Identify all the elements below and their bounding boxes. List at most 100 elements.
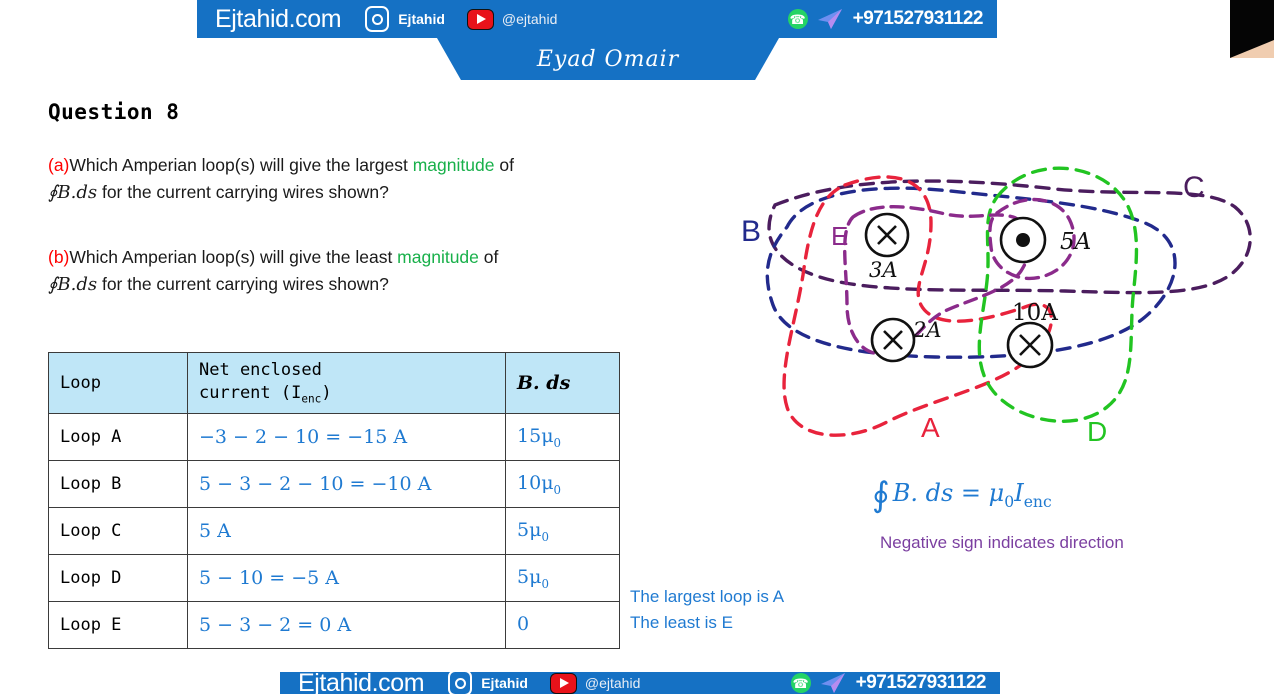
- column-header-current-line1: Net enclosed: [199, 360, 322, 380]
- loop-label-D: D: [1087, 416, 1107, 447]
- bds-subscript: 0: [553, 482, 562, 497]
- bds-number: 10: [517, 471, 542, 494]
- cell-bds-value: 5μ0: [505, 507, 620, 556]
- part-b-text-1: Which Amperian loop(s) will give the lea…: [69, 247, 398, 267]
- bottom-youtube-handle-label: @ejtahid: [584, 675, 641, 691]
- table-header-row: Loop Net enclosed current (Ienc) B. ds: [48, 351, 620, 415]
- part-a-label: (a): [48, 155, 70, 175]
- youtube-icon[interactable]: [466, 8, 494, 30]
- bds-mu: μ: [529, 565, 542, 588]
- part-a-integral: ∮B.ds: [48, 182, 98, 204]
- question-part-a-line1: (a)Which Amperian loop(s) will give the …: [48, 152, 514, 179]
- cell-loop-name: Loop C: [48, 507, 188, 556]
- bds-number: 15: [517, 424, 542, 447]
- bottom-banner: Ejtahid.com Ejtahid @ejtahid ☎ +97152793…: [280, 672, 1000, 694]
- question-part-a: (a)Which Amperian loop(s) will give the …: [48, 152, 514, 207]
- column-header-current-line2: current (Ienc): [199, 382, 494, 407]
- table-row: Loop D5 − 10 = −5 A 5μ0: [48, 554, 620, 603]
- part-a-line2-rest: for the current carrying wires shown?: [97, 182, 389, 203]
- youtube-handle-label: @ejtahid: [501, 11, 558, 27]
- question-part-b-line2: ∮B.ds for the current carrying wires sho…: [48, 271, 498, 299]
- cell-bds-value: 0: [505, 601, 620, 650]
- cell-net-current: 5 − 3 − 2 = 0 A: [187, 601, 506, 650]
- wire-5A: 5A: [999, 216, 1091, 264]
- loop-label-E: E: [831, 221, 848, 251]
- table-row: Loop A −3 − 2 − 10 = −15 A 15μ0: [48, 413, 620, 462]
- column-header-loop: Loop: [48, 351, 188, 415]
- bottom-play-triangle-icon: [560, 678, 570, 688]
- page-title: Question 8: [48, 100, 180, 124]
- bds-number: 0: [517, 612, 530, 635]
- bottom-phone-number-label: +971527931122: [855, 672, 987, 693]
- amperes-law-formula: ∮ B. ds = μ0Ienc: [872, 470, 1052, 515]
- table-row: Loop C5 A 5μ0: [48, 507, 620, 556]
- wire-10A: 10A: [1006, 300, 1058, 369]
- brand-site-label: Ejtahid.com: [215, 4, 342, 33]
- bds-number: 5: [517, 565, 530, 588]
- bds-mu: μ: [541, 424, 554, 447]
- cell-loop-name: Loop A: [48, 413, 188, 462]
- whatsapp-icon[interactable]: ☎: [787, 9, 808, 29]
- cell-net-current: 5 − 10 = −5 A: [187, 554, 506, 603]
- table-row: Loop E5 − 3 − 2 = 0 A 0: [48, 601, 620, 650]
- answer-largest: The largest loop is A: [630, 587, 785, 606]
- formula-i: I: [1014, 479, 1024, 507]
- wire-3A: 3A: [864, 212, 910, 282]
- presenter-banner: Eyad Omair: [437, 38, 779, 80]
- cell-loop-name: Loop D: [48, 554, 188, 603]
- bds-mu: μ: [529, 518, 542, 541]
- formula-mu: μ: [988, 479, 1005, 507]
- question-part-a-line2: ∮B.ds for the current carrying wires sho…: [48, 179, 514, 207]
- wire-2A: 2A: [870, 317, 942, 363]
- cell-bds-value: 15μ0: [505, 413, 620, 462]
- amperian-loops-diagram: 3A 2A 5A 10A B E C A D: [735, 145, 1260, 455]
- part-b-highlight: magnitude: [397, 247, 479, 267]
- formula-lhs: B. ds =: [892, 479, 989, 507]
- table-row: Loop B5 − 3 − 2 − 10 = −10 A 10μ0: [48, 460, 620, 509]
- svg-text:5A: 5A: [1060, 229, 1091, 255]
- loop-label-C: C: [1183, 171, 1205, 204]
- instagram-handle-label: Ejtahid: [398, 11, 445, 27]
- cell-bds-value: 10μ0: [505, 460, 620, 509]
- negative-sign-note: Negative sign indicates direction: [880, 533, 1124, 552]
- bds-subscript: 0: [541, 576, 549, 591]
- current-line3-text: ): [321, 382, 332, 403]
- bottom-instagram-icon[interactable]: [448, 672, 473, 694]
- part-b-integral: ∮B.ds: [48, 274, 98, 296]
- svg-text:2A: 2A: [912, 318, 942, 342]
- part-b-text-2: of: [478, 247, 499, 267]
- table-header: Loop Net enclosed current (Ienc) B. ds: [48, 351, 620, 415]
- part-b-line2-rest: for the current carrying wires shown?: [97, 274, 389, 295]
- answer-least: The least is E: [630, 613, 733, 633]
- bottom-whatsapp-icon[interactable]: ☎: [790, 673, 811, 693]
- bds-mu: μ: [541, 471, 554, 494]
- answer-summary: The largest loop is A The least is E: [630, 584, 784, 637]
- contour-integral-icon: ∮: [872, 475, 890, 515]
- loops-table: Loop Net enclosed current (Ienc) B. ds L…: [48, 351, 620, 650]
- column-header-bds: B. ds: [505, 351, 620, 415]
- formula-mu-sub: 0: [1004, 492, 1015, 511]
- cell-net-current: 5 A: [187, 507, 506, 556]
- formula-i-sub: enc: [1023, 492, 1052, 511]
- question-part-b: (b)Which Amperian loop(s) will give the …: [48, 244, 498, 299]
- part-a-text-1: Which Amperian loop(s) will give the lar…: [69, 155, 413, 175]
- current-subscript: enc: [301, 392, 322, 406]
- instagram-icon[interactable]: [365, 6, 390, 32]
- column-header-current: Net enclosed current (Ienc): [187, 351, 506, 415]
- loop-B-path: [765, 186, 1177, 359]
- cell-net-current: −3 − 2 − 10 = −15 A: [187, 413, 506, 462]
- bottom-brand-site-label: Ejtahid.com: [298, 672, 425, 694]
- bottom-instagram-handle-label: Ejtahid: [481, 675, 528, 691]
- current-line2-text: current (I: [199, 382, 302, 403]
- bottom-youtube-icon[interactable]: [549, 672, 577, 694]
- instagram-lens-icon: [371, 13, 383, 25]
- bds-number: 5: [517, 518, 530, 541]
- cell-loop-name: Loop E: [48, 601, 188, 650]
- bottom-instagram-lens-icon: [454, 677, 466, 689]
- presenter-name-label: Eyad Omair: [536, 46, 680, 72]
- svg-text:3A: 3A: [869, 258, 898, 282]
- slide-page: Ejtahid.com Ejtahid @ejtahid ☎ +97152793…: [0, 0, 1274, 694]
- table-body: Loop A −3 − 2 − 10 = −15 A 15μ0 Loop B5 − 3…: [48, 413, 620, 650]
- loop-label-A: A: [921, 412, 940, 443]
- cell-bds-value: 5μ0: [505, 554, 620, 603]
